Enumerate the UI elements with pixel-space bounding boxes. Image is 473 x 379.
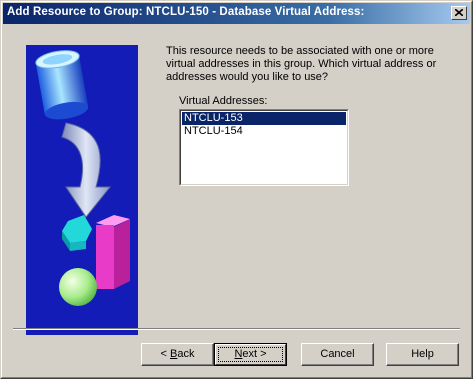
help-button[interactable]: Help bbox=[386, 343, 459, 366]
close-icon bbox=[455, 9, 463, 16]
title-bar[interactable]: Add Resource to Group: NTCLU-150 - Datab… bbox=[3, 3, 470, 24]
next-button[interactable]: Next > bbox=[214, 343, 287, 366]
database-illustration-icon bbox=[35, 50, 130, 306]
virtual-addresses-label: Virtual Addresses: bbox=[179, 95, 268, 107]
close-button[interactable] bbox=[451, 6, 467, 20]
back-button[interactable]: < Back bbox=[141, 343, 214, 366]
wizard-illustration bbox=[26, 45, 138, 335]
help-label: Help bbox=[411, 348, 434, 360]
virtual-addresses-listbox[interactable]: NTCLU-153 NTCLU-154 bbox=[179, 109, 349, 186]
wizard-dialog: Add Resource to Group: NTCLU-150 - Datab… bbox=[0, 0, 473, 379]
list-item-ntclu-153[interactable]: NTCLU-153 bbox=[182, 112, 346, 125]
instruction-text: This resource needs to be associated wit… bbox=[166, 45, 437, 83]
next-label-rest: ext > bbox=[242, 348, 267, 360]
back-arrow-text: < bbox=[160, 348, 170, 360]
cancel-button[interactable]: Cancel bbox=[301, 343, 374, 366]
cancel-label: Cancel bbox=[320, 348, 355, 360]
back-label-rest: ack bbox=[177, 348, 195, 360]
window-title: Add Resource to Group: NTCLU-150 - Datab… bbox=[7, 6, 365, 18]
list-item-ntclu-154[interactable]: NTCLU-154 bbox=[182, 125, 346, 138]
button-separator bbox=[13, 328, 460, 330]
